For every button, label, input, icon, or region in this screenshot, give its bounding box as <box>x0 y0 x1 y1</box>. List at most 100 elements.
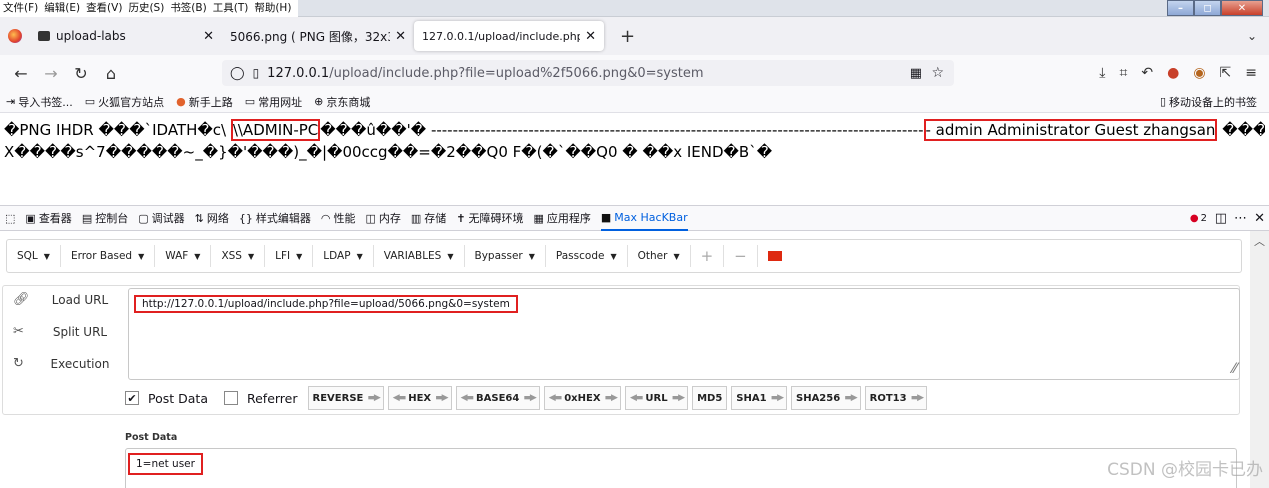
menu-other[interactable]: Other ▼ <box>628 245 691 267</box>
button-label: REVERSE <box>312 392 364 404</box>
vertical-scrollbar[interactable]: ︿ <box>1250 231 1269 488</box>
tab-close-icon[interactable]: ✕ <box>585 29 596 44</box>
minimize-button[interactable]: – <box>1167 0 1194 16</box>
devtools-tab-network[interactable]: ⇅ 网络 <box>195 210 229 226</box>
devtools-tab-label: 内存 <box>378 212 401 225</box>
devtools-tab-accessibility[interactable]: ✝ 无障碍环境 <box>456 210 523 226</box>
reload-icon[interactable]: ↻ <box>66 64 96 83</box>
page-icon[interactable]: ▯ <box>253 66 260 80</box>
dock-icon[interactable]: ◫ <box>1215 211 1227 226</box>
forward-arrow-icon[interactable]: → <box>36 64 66 83</box>
share-icon[interactable]: ⇱ <box>1220 65 1232 81</box>
new-tab-button[interactable]: + <box>620 26 635 47</box>
0xhex-button[interactable]: ◀▬ 0xHEX ▬▶ <box>543 386 621 410</box>
split-url-button[interactable]: ✂ Split URL <box>13 324 123 339</box>
base64-button[interactable]: ◀▬ BASE64 ▬▶ <box>455 386 540 410</box>
menu-lfi[interactable]: LFI ▼ <box>265 245 314 267</box>
menu-tools[interactable]: 工具(T) <box>210 0 252 17</box>
sha256-button[interactable]: SHA256 ▬▶ <box>791 386 861 410</box>
tab-include-php[interactable]: 127.0.0.1/upload/include.php?file ✕ <box>414 21 604 51</box>
menu-edit[interactable]: 编辑(E) <box>41 0 83 17</box>
post-data-textarea[interactable]: 1=net user <box>125 448 1237 488</box>
china-flag-icon[interactable] <box>758 245 792 267</box>
devtools-tab-application[interactable]: ▦ 应用程序 <box>533 210 590 226</box>
pick-element-icon[interactable]: ⬚ <box>5 212 15 225</box>
devtools-tab-label: 查看器 <box>38 212 72 225</box>
rot13-button[interactable]: ROT13 ▬▶ <box>864 386 928 410</box>
menu-sql[interactable]: SQL ▼ <box>7 245 61 267</box>
error-badge[interactable]: ● 2 <box>1190 213 1207 224</box>
devtools-tab-hackbar[interactable]: ■ Max HacKBar <box>600 205 688 231</box>
menu-icon[interactable]: ≡ <box>1245 65 1257 81</box>
menu-variables[interactable]: VARIABLES ▼ <box>374 245 465 267</box>
download-icon[interactable]: ⤓ <box>1099 65 1105 81</box>
maximize-button[interactable]: ◻ <box>1194 0 1221 16</box>
sha1-button[interactable]: SHA1 ▬▶ <box>731 386 787 410</box>
url-bar[interactable]: ◯ ▯ 127.0.0.1/upload/include.php?file=up… <box>222 60 954 86</box>
bookmark-jd[interactable]: ⊕ 京东商城 <box>314 94 370 110</box>
md5-button[interactable]: MD5 <box>692 386 728 410</box>
button-label: BASE64 <box>476 392 520 404</box>
crop-icon[interactable]: ⌗ <box>1119 65 1127 81</box>
scroll-up-icon[interactable]: ︿ <box>1250 233 1269 249</box>
bookmarks-bar: ⇥ 导入书签... ▭ 火狐官方站点 ● 新手上路 ▭ 常用网址 ⊕ 京东商城 ▯ 移动设备… <box>0 91 1269 113</box>
list-tabs-icon[interactable]: ⌄ <box>1247 29 1257 43</box>
referrer-checkbox[interactable] <box>223 391 238 405</box>
devtools-tab-memory[interactable]: ◫ 内存 <box>365 210 400 226</box>
firefox-view-icon[interactable] <box>0 29 30 43</box>
menu-bookmarks[interactable]: 书签(B) <box>167 0 209 17</box>
post-data-checkbox[interactable]: ✔ <box>125 391 139 405</box>
menu-view[interactable]: 查看(V) <box>83 0 125 17</box>
devtools-tab-inspector[interactable]: ▣ 查看器 <box>25 210 71 226</box>
cookie-icon[interactable]: ◉ <box>1193 65 1205 81</box>
menu-passcode[interactable]: Passcode ▼ <box>546 245 628 267</box>
menu-xss[interactable]: XSS ▼ <box>211 245 266 267</box>
close-devtools-icon[interactable]: ✕ <box>1254 211 1265 226</box>
close-window-button[interactable]: ✕ <box>1221 0 1263 16</box>
menu-help[interactable]: 帮助(H) <box>251 0 294 17</box>
bookmark-import[interactable]: ⇥ 导入书签... <box>6 94 73 110</box>
tab-upload-labs[interactable]: upload-labs ✕ <box>30 21 222 51</box>
menu-bypasser[interactable]: Bypasser ▼ <box>465 245 546 267</box>
devtools-tab-label: 控制台 <box>95 212 129 225</box>
bookmark-star-icon[interactable]: ☆ <box>931 65 944 81</box>
undo-icon[interactable]: ↶ <box>1141 65 1153 81</box>
back-arrow-icon[interactable]: ← <box>6 64 36 83</box>
minus-icon[interactable]: − <box>724 245 758 267</box>
devtools-tab-label: 存储 <box>424 212 447 225</box>
debugger-icon: ▢ <box>138 211 149 225</box>
extension-icon[interactable]: ● <box>1167 65 1179 81</box>
url-encode-button[interactable]: ◀▬ URL ▬▶ <box>624 386 689 410</box>
menu-file[interactable]: 文件(F) <box>0 0 41 17</box>
menu-ldap[interactable]: LDAP ▼ <box>313 245 374 267</box>
shield-icon[interactable]: ◯ <box>230 66 245 81</box>
menu-error-based[interactable]: Error Based ▼ <box>61 245 156 267</box>
bookmark-common-sites[interactable]: ▭ 常用网址 <box>245 94 302 110</box>
devtools-tab-style-editor[interactable]: {} 样式编辑器 <box>239 210 311 226</box>
button-label: HEX <box>408 392 432 404</box>
arrow-left-icon: ◀▬ <box>629 393 644 403</box>
home-icon[interactable]: ⌂ <box>96 64 126 83</box>
resize-handle-icon[interactable]: ⁄⁄ <box>1232 361 1237 377</box>
devtools-tab-console[interactable]: ▤ 控制台 <box>82 210 128 226</box>
menu-waf[interactable]: WAF ▼ <box>155 245 212 267</box>
url-textarea[interactable]: http://127.0.0.1/upload/include.php?file… <box>128 288 1240 380</box>
load-url-button[interactable]: 🔗︎ Load URL <box>13 292 123 307</box>
devtools-tab-debugger[interactable]: ▢ 调试器 <box>138 210 184 226</box>
more-options-icon[interactable]: ⋯ <box>1234 211 1247 226</box>
execution-button[interactable]: ↻ Execution <box>13 356 123 371</box>
navigation-bar: ← → ↻ ⌂ ◯ ▯ 127.0.0.1/upload/include.php… <box>0 55 1269 91</box>
devtools-tab-storage[interactable]: ▥ 存储 <box>411 210 446 226</box>
bookmark-getting-started[interactable]: ● 新手上路 <box>176 94 233 110</box>
tab-png-image[interactable]: 5066.png ( PNG 图像，32x32 像素 ✕ <box>222 21 414 51</box>
hex-button[interactable]: ◀▬ HEX ▬▶ <box>387 386 452 410</box>
bookmark-firefox-site[interactable]: ▭ 火狐官方站点 <box>85 94 164 110</box>
mobile-bookmarks[interactable]: ▯ 移动设备上的书签 <box>1160 94 1257 110</box>
devtools-tab-performance[interactable]: ◠ 性能 <box>321 210 356 226</box>
plus-icon[interactable]: + <box>691 245 725 267</box>
reverse-button[interactable]: REVERSE ▬▶ <box>307 386 384 410</box>
menu-history[interactable]: 历史(S) <box>125 0 167 17</box>
tab-close-icon[interactable]: ✕ <box>395 29 406 44</box>
tab-close-icon[interactable]: ✕ <box>203 29 214 44</box>
qr-code-icon[interactable]: ▦ <box>910 66 922 81</box>
